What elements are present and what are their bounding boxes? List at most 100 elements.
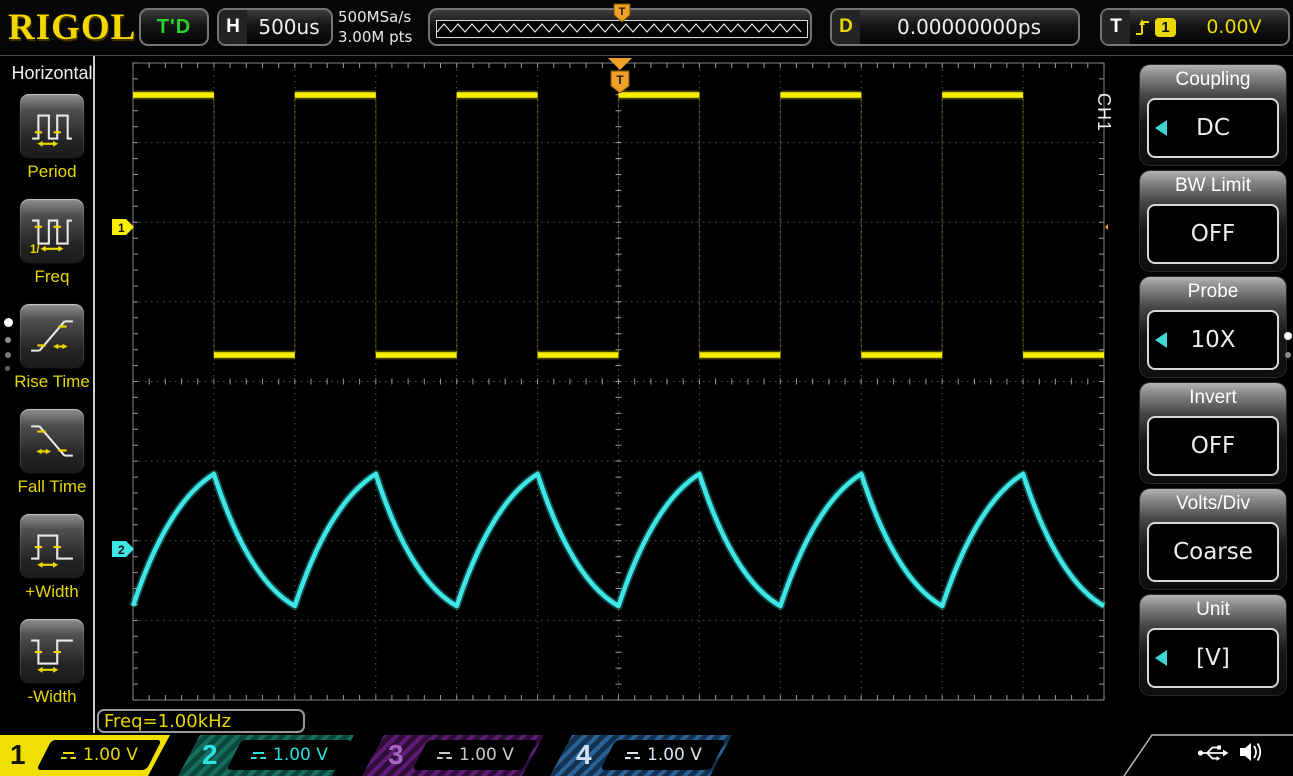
horizontal-measure-menu: Horizontal Period 1/	[0, 55, 94, 735]
freq-icon: 1/	[29, 208, 75, 254]
acquisition-readout: 500MSa/s 3.00M pts	[338, 7, 412, 47]
menu-item-invert[interactable]: Invert OFF	[1140, 383, 1286, 483]
menu-item-value-box: 10X	[1147, 310, 1279, 370]
menu-item-value-box: [V]	[1147, 628, 1279, 688]
sidebar-divider	[93, 55, 95, 733]
channel-scale-box: 1.00 V	[36, 740, 161, 770]
oscilloscope-screen: 12TT RIGOL T'D H 500us 500MSa/s 3.00M pt…	[0, 0, 1293, 776]
measure-item-freq[interactable]: 1/ Freq	[0, 198, 104, 287]
menu-item-probe[interactable]: Probe 10X	[1140, 277, 1286, 377]
measure-label: Rise Time	[0, 372, 104, 392]
rise-time-button[interactable]	[19, 303, 85, 369]
plus-width-icon	[29, 523, 75, 569]
channel-number: 2	[202, 739, 218, 771]
minus-width-icon	[29, 628, 75, 674]
measure-label: Period	[0, 162, 104, 182]
trigger-status-text: T'D	[157, 16, 191, 39]
menu-item-value: OFF	[1191, 433, 1236, 459]
menu-item-label: Invert	[1140, 383, 1286, 413]
trigger-readout: T 1 0.00V	[1100, 8, 1290, 46]
ch2-ground-marker-label: 2	[118, 543, 125, 557]
channel-scale-box: 1.00 V	[412, 740, 537, 770]
measure-item-plus-width[interactable]: +Width	[0, 513, 104, 602]
plus-width-button[interactable]	[19, 513, 85, 579]
horizontal-timebase-readout: H 500us	[217, 8, 333, 46]
svg-text:T: T	[619, 6, 626, 18]
usb-icon	[1197, 743, 1231, 763]
left-page-dot	[5, 366, 10, 371]
fall-time-button[interactable]	[19, 408, 85, 474]
memory-position-bar: T	[428, 8, 812, 46]
menu-item-value-box: OFF	[1147, 204, 1279, 264]
left-page-dot-active	[4, 318, 13, 327]
measure-item-fall-time[interactable]: Fall Time	[0, 408, 104, 497]
dc-coupling-icon	[251, 752, 266, 759]
h-key-label: H	[219, 10, 247, 44]
channel-number: 3	[388, 739, 404, 771]
memory-zigzag	[437, 21, 805, 35]
menu-item-bw-limit[interactable]: BW Limit OFF	[1140, 171, 1286, 271]
left-arrow-icon	[1155, 332, 1167, 348]
memory-depth: 3.00M pts	[338, 27, 412, 47]
channel-scale-box: 1.00 V	[226, 740, 351, 770]
left-arrow-icon	[1155, 120, 1167, 136]
dc-coupling-icon	[437, 752, 452, 759]
measure-label: Freq	[0, 267, 104, 287]
trigger-position-arrow	[608, 58, 632, 70]
speaker-icon	[1238, 740, 1264, 764]
menu-item-value: [V]	[1196, 645, 1230, 671]
channel-number: 4	[576, 739, 592, 771]
frequency-counter-value: Freq=1.00kHz	[104, 711, 231, 732]
dc-coupling-icon	[61, 752, 76, 759]
menu-item-value: Coarse	[1173, 539, 1253, 565]
t-key-label: T	[1102, 10, 1130, 44]
menu-item-value: 10X	[1190, 327, 1235, 353]
trigger-status-indicator: T'D	[139, 8, 209, 46]
left-menu-title: Horizontal	[0, 63, 104, 84]
channel-scale: 1.00 V	[273, 745, 328, 765]
measure-label: +Width	[0, 582, 104, 602]
memory-trigger-marker-icon: T	[613, 3, 631, 23]
channel4-tab[interactable]: 4 1.00 V	[550, 735, 732, 776]
menu-item-value: DC	[1196, 115, 1230, 141]
trigger-level-value: 0.00V	[1180, 16, 1288, 38]
rising-edge-icon	[1134, 16, 1151, 38]
measure-label: -Width	[0, 687, 104, 707]
svg-text:1/: 1/	[30, 244, 40, 254]
ch1-ground-marker-label: 1	[118, 221, 125, 235]
freq-button[interactable]: 1/	[19, 198, 85, 264]
left-page-dot	[5, 352, 11, 358]
period-button[interactable]	[19, 93, 85, 159]
delay-readout: D 0.00000000ps	[830, 8, 1080, 46]
frequency-counter: Freq=1.00kHz	[97, 709, 305, 733]
menu-item-value-box: OFF	[1147, 416, 1279, 476]
dc-coupling-icon	[625, 752, 640, 759]
menu-item-label: Probe	[1140, 277, 1286, 307]
channel-number: 1	[10, 739, 26, 771]
menu-item-volts-div[interactable]: Volts/Div Coarse	[1140, 489, 1286, 589]
timebase-value: 500us	[247, 15, 331, 39]
right-page-dot-active	[1284, 332, 1292, 340]
channel-scale: 1.00 V	[647, 745, 702, 765]
channel2-tab[interactable]: 2 1.00 V	[178, 735, 354, 776]
measure-item-period[interactable]: Period	[0, 93, 104, 182]
menu-item-value: OFF	[1191, 221, 1236, 247]
menu-item-unit[interactable]: Unit [V]	[1140, 595, 1286, 695]
rise-time-icon	[29, 313, 75, 359]
channel-scale: 1.00 V	[459, 745, 514, 765]
channel3-tab[interactable]: 3 1.00 V	[362, 735, 544, 776]
left-arrow-icon	[1155, 650, 1167, 666]
measure-item-rise-time[interactable]: Rise Time	[0, 303, 104, 392]
right-page-dot	[1285, 352, 1291, 358]
channel-scale-box: 1.00 V	[600, 740, 725, 770]
measure-label: Fall Time	[0, 477, 104, 497]
fall-time-icon	[29, 418, 75, 464]
minus-width-button[interactable]	[19, 618, 85, 684]
ch1-wave-edges	[214, 95, 1023, 355]
menu-item-coupling[interactable]: Coupling DC	[1140, 65, 1286, 165]
menu-item-label: Unit	[1140, 595, 1286, 625]
measure-item-minus-width[interactable]: -Width	[0, 618, 104, 707]
d-key-label: D	[832, 10, 860, 44]
channel1-tab[interactable]: 1 1.00 V	[0, 735, 170, 776]
trigger-position-marker-label: T	[616, 73, 624, 87]
